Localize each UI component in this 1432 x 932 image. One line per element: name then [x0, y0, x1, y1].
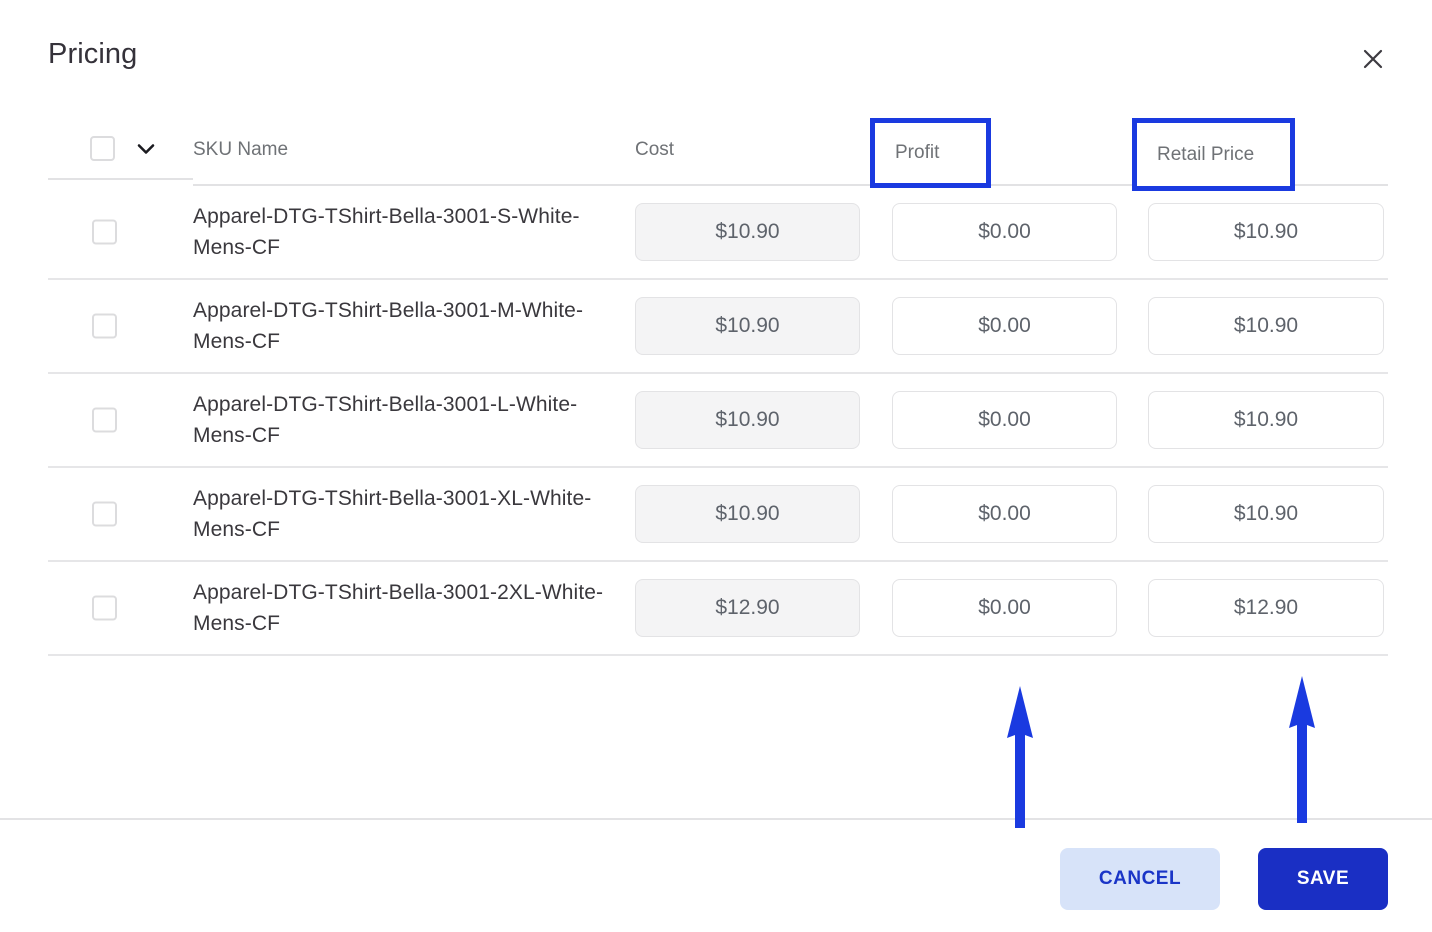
footer-actions: CANCEL SAVE [1060, 848, 1388, 910]
annotation-arrow-profit-icon [1000, 682, 1040, 837]
cell-cost-input: $10.90 [635, 485, 860, 543]
column-header-retail-price-highlighted[interactable]: Retail Price [1132, 118, 1295, 191]
save-button[interactable]: SAVE [1258, 848, 1388, 910]
table-row: Apparel-DTG-TShirt-Bella-3001-S-White-Me… [48, 186, 1388, 280]
close-button[interactable] [1358, 44, 1388, 74]
chevron-down-icon[interactable] [137, 140, 155, 158]
cell-retail-price-input[interactable]: $10.90 [1148, 297, 1384, 355]
column-header-retail-price-label: Retail Price [1157, 143, 1255, 165]
close-icon [1361, 47, 1385, 71]
cell-profit-input[interactable]: $0.00 [892, 297, 1117, 355]
header-select-column [48, 118, 193, 180]
annotation-arrow-retail-price-icon [1282, 672, 1322, 832]
cell-retail-price-input[interactable]: $10.90 [1148, 485, 1384, 543]
page-title: Pricing [48, 38, 138, 70]
column-header-profit-highlighted[interactable]: Profit [870, 118, 991, 188]
table-row: Apparel-DTG-TShirt-Bella-3001-XL-White-M… [48, 468, 1388, 562]
table-row: Apparel-DTG-TShirt-Bella-3001-2XL-White-… [48, 562, 1388, 656]
select-all-checkbox[interactable] [90, 136, 115, 161]
cell-sku-name: Apparel-DTG-TShirt-Bella-3001-L-White-Me… [193, 393, 578, 447]
cell-profit-input[interactable]: $0.00 [892, 485, 1117, 543]
row-select-checkbox[interactable] [92, 595, 117, 621]
footer-divider [0, 818, 1432, 820]
column-header-profit-label: Profit [895, 142, 940, 163]
cell-profit-input[interactable]: $0.00 [892, 203, 1117, 261]
pricing-table: SKU Name Cost Profit Retail Price Appare… [48, 118, 1388, 656]
cell-retail-price-input[interactable]: $12.90 [1148, 579, 1384, 637]
column-header-cost[interactable]: Cost [635, 118, 674, 182]
cell-profit-input[interactable]: $0.00 [892, 579, 1117, 637]
cell-sku-name: Apparel-DTG-TShirt-Bella-3001-XL-White-M… [193, 487, 592, 541]
cell-sku-name: Apparel-DTG-TShirt-Bella-3001-S-White-Me… [193, 205, 580, 259]
row-select-checkbox[interactable] [92, 407, 117, 433]
row-select-checkbox[interactable] [92, 313, 117, 339]
cell-cost-input: $10.90 [635, 203, 860, 261]
cell-cost-input: $10.90 [635, 391, 860, 449]
table-header-row: SKU Name Cost Profit Retail Price [48, 118, 1388, 191]
row-select-checkbox[interactable] [92, 219, 117, 245]
column-header-sku-name[interactable]: SKU Name [193, 118, 288, 182]
cell-cost-input: $10.90 [635, 297, 860, 355]
table-row: Apparel-DTG-TShirt-Bella-3001-M-White-Me… [48, 280, 1388, 374]
cell-profit-input[interactable]: $0.00 [892, 391, 1117, 449]
cancel-button[interactable]: CANCEL [1060, 848, 1220, 910]
row-select-checkbox[interactable] [92, 501, 117, 527]
cell-retail-price-input[interactable]: $10.90 [1148, 203, 1384, 261]
cell-retail-price-input[interactable]: $10.90 [1148, 391, 1384, 449]
cell-sku-name: Apparel-DTG-TShirt-Bella-3001-2XL-White-… [193, 581, 604, 635]
dialog-header: Pricing [0, 0, 1432, 110]
table-row: Apparel-DTG-TShirt-Bella-3001-L-White-Me… [48, 374, 1388, 468]
cell-cost-input: $12.90 [635, 579, 860, 637]
cell-sku-name: Apparel-DTG-TShirt-Bella-3001-M-White-Me… [193, 299, 584, 353]
